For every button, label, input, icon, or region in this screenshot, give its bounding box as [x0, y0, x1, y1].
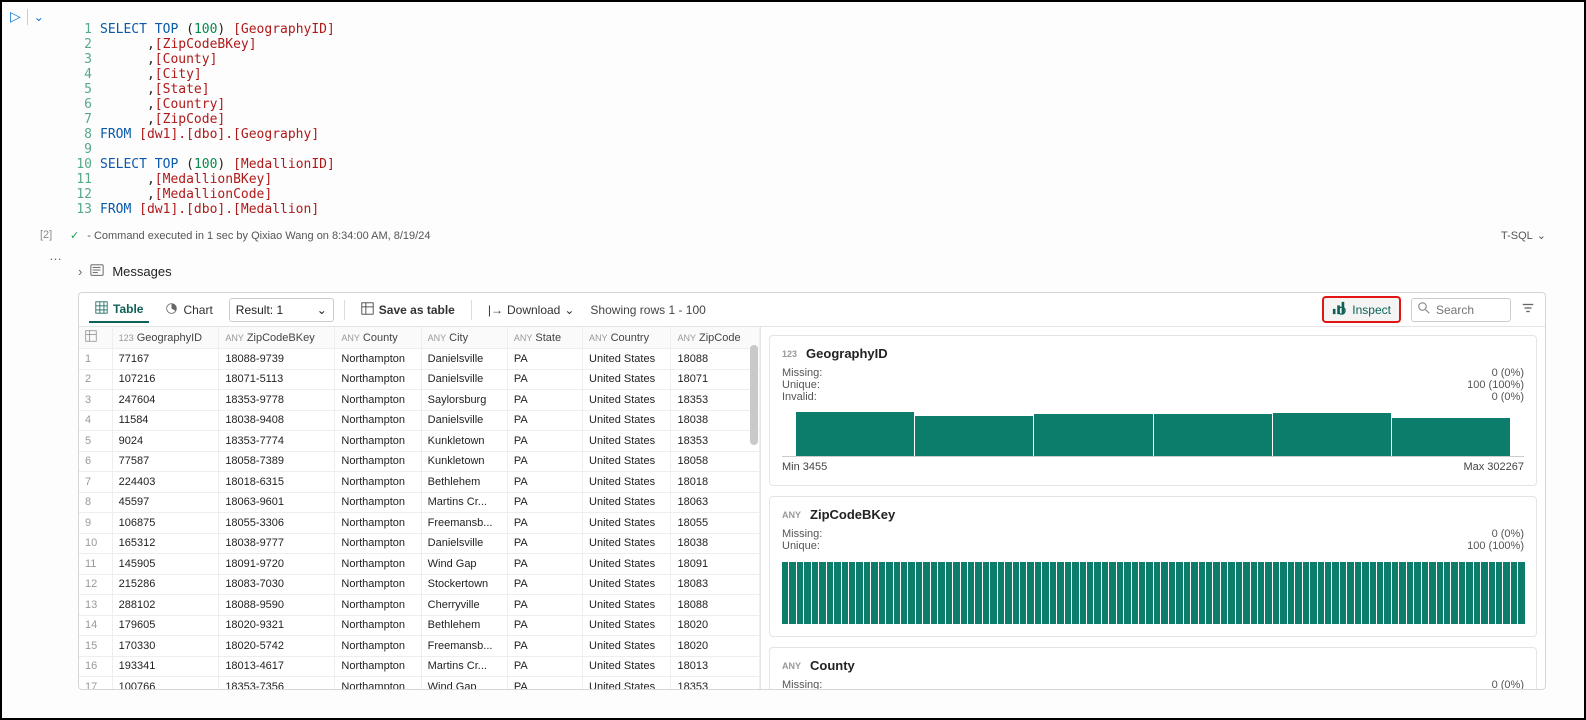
table-row[interactable]: 1114590518091-9720NorthamptonWind GapPAU… [79, 554, 760, 575]
table-row[interactable]: 1517033018020-5742NorthamptonFreemansb..… [79, 636, 760, 657]
search-icon [1418, 302, 1430, 317]
run-icon[interactable]: ▷ [10, 8, 21, 25]
column-header-zipcode[interactable]: ANYZipCode [671, 327, 760, 349]
download-icon: |→ [488, 303, 503, 317]
result-dropdown[interactable]: Result: 1 ⌄ [229, 298, 334, 322]
download-button[interactable]: |→ Download ⌄ [482, 299, 581, 321]
code-editor[interactable]: 1SELECT TOP (100) [GeographyID] 2 ,[ZipC… [70, 22, 335, 217]
tab-table[interactable]: Table [89, 297, 149, 323]
chevron-down-icon: ⌄ [564, 303, 574, 317]
run-dropdown-icon[interactable]: ⌄ [34, 10, 44, 24]
save-table-icon [361, 302, 374, 318]
language-selector[interactable]: T-SQL ⌄ [1501, 229, 1546, 242]
cell-index: [2] [40, 229, 52, 241]
table-row[interactable]: 17716718088-9739NorthamptonDanielsvilleP… [79, 349, 760, 370]
table-row[interactable]: 84559718063-9601NorthamptonMartins Cr...… [79, 492, 760, 513]
results-panel: Table Chart Result: 1 ⌄ Save as table |→… [78, 292, 1546, 690]
save-as-table-button[interactable]: Save as table [355, 298, 461, 322]
search-box[interactable] [1411, 298, 1511, 322]
table-row[interactable]: 1619334118013-4617NorthamptonMartins Cr.… [79, 656, 760, 677]
results-table-container[interactable]: 123GeographyID ANYZipCodeBKey ANYCounty … [79, 327, 761, 689]
column-header-city[interactable]: ANYCity [421, 327, 507, 349]
table-row[interactable]: 1710076618353-7356NorthamptonWind GapPAU… [79, 677, 760, 690]
table-icon [95, 301, 108, 317]
histogram-zipcodebkey [782, 562, 1524, 624]
toolbar-divider [344, 300, 345, 320]
column-header-county[interactable]: ANYCounty [335, 327, 421, 349]
column-header-country[interactable]: ANYCountry [583, 327, 671, 349]
toolbar-divider [27, 9, 28, 25]
column-header-zipcodebkey[interactable]: ANYZipCodeBKey [219, 327, 335, 349]
table-row[interactable]: 1328810218088-9590NorthamptonCherryville… [79, 595, 760, 616]
histogram-geographyid [782, 413, 1524, 457]
table-corner[interactable] [79, 327, 112, 349]
messages-icon [90, 263, 104, 280]
expand-chevron-icon[interactable]: › [78, 264, 82, 279]
execution-message: - Command executed in 1 sec by Qixiao Wa… [87, 230, 430, 242]
table-row[interactable]: 41158418038-9408NorthamptonDanielsvilleP… [79, 410, 760, 431]
line-number: 1 [70, 22, 100, 37]
more-icon[interactable]: … [49, 248, 62, 263]
table-row[interactable]: 910687518055-3306NorthamptonFreemansb...… [79, 513, 760, 534]
table-row[interactable]: 1016531218038-9777NorthamptonDanielsvill… [79, 533, 760, 554]
messages-label[interactable]: Messages [112, 264, 171, 279]
rows-showing-label: Showing rows 1 - 100 [590, 303, 705, 317]
success-icon: ✓ [70, 229, 79, 242]
tab-chart[interactable]: Chart [159, 298, 218, 322]
chevron-down-icon: ⌄ [317, 303, 327, 317]
table-row[interactable]: 1417960518020-9321NorthamptonBethlehemPA… [79, 615, 760, 636]
execution-status: ✓ - Command executed in 1 sec by Qixiao … [70, 229, 430, 242]
filter-icon[interactable] [1521, 301, 1535, 318]
inspect-title: County [810, 658, 855, 673]
results-table: 123GeographyID ANYZipCodeBKey ANYCounty … [79, 327, 760, 689]
inspect-title: GeographyID [806, 346, 888, 361]
inspect-panel[interactable]: 123 GeographyID Missing:0 (0%) Unique:10… [761, 327, 1545, 689]
search-input[interactable] [1436, 303, 1500, 317]
inspect-title: ZipCodeBKey [810, 507, 895, 522]
chart-icon [165, 302, 178, 318]
table-row[interactable]: 210721618071-5113NorthamptonDanielsville… [79, 369, 760, 390]
table-row[interactable]: 5902418353-7774NorthamptonKunkletownPAUn… [79, 431, 760, 452]
inspect-card-county: ANY County Missing:0 (0%) Unique:1 (1%) [769, 647, 1537, 689]
column-header-state[interactable]: ANYState [507, 327, 582, 349]
table-row[interactable]: 722440318018-6315NorthamptonBethlehemPAU… [79, 472, 760, 493]
chevron-down-icon: ⌄ [1537, 229, 1546, 242]
inspect-card-zipcodebkey: ANY ZipCodeBKey Missing:0 (0%) Unique:10… [769, 496, 1537, 637]
inspect-card-geographyid: 123 GeographyID Missing:0 (0%) Unique:10… [769, 335, 1537, 486]
inspect-button[interactable]: Inspect [1322, 296, 1401, 323]
column-header-geographyid[interactable]: 123GeographyID [112, 327, 219, 349]
table-row[interactable]: 1221528618083-7030NorthamptonStockertown… [79, 574, 760, 595]
inspect-icon [1332, 301, 1346, 318]
vertical-scrollbar[interactable] [750, 345, 758, 445]
results-toolbar: Table Chart Result: 1 ⌄ Save as table |→… [79, 293, 1545, 327]
table-row[interactable]: 67758718058-7389NorthamptonKunkletownPAU… [79, 451, 760, 472]
table-row[interactable]: 324760418353-9778NorthamptonSaylorsburgP… [79, 390, 760, 411]
